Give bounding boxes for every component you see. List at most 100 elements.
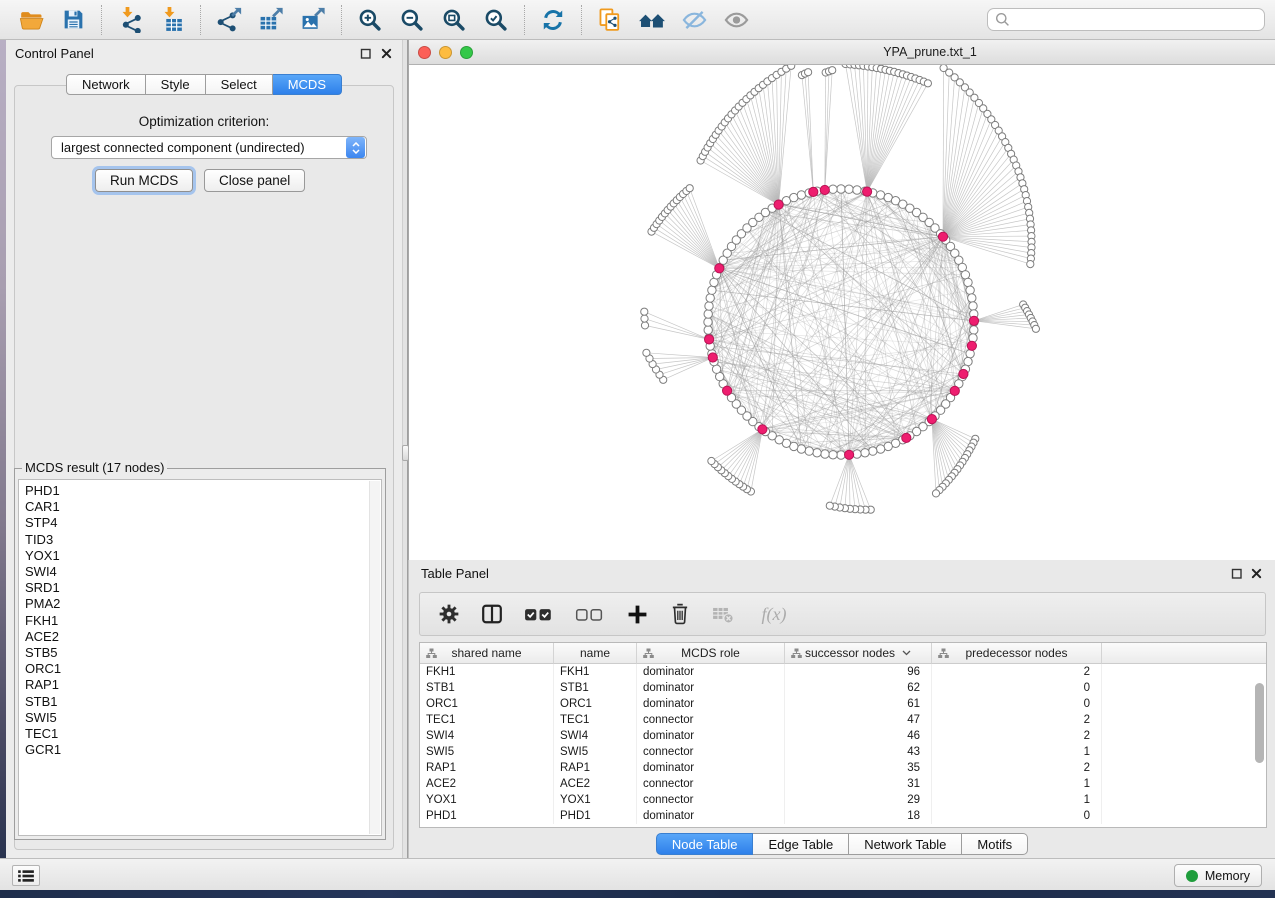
export-network-button[interactable] [208,3,250,37]
table-scrollbar-thumb[interactable] [1255,683,1264,763]
hide-selected-button[interactable] [673,3,715,37]
zoom-selected-button[interactable] [475,3,517,37]
cell-successor-nodes: 43 [785,744,932,760]
zoom-selected-icon [483,7,509,33]
table-row[interactable]: SWI4SWI4dominator462 [420,728,1266,744]
close-window-button[interactable] [418,46,431,59]
select-all-button[interactable] [523,602,555,626]
close-panel-button[interactable] [378,46,394,61]
table-row[interactable]: SWI5SWI5connector431 [420,744,1266,760]
table-row[interactable]: PHD1PHD1dominator180 [420,808,1266,824]
table-row[interactable]: FKH1FKH1dominator962 [420,664,1266,680]
task-history-button[interactable] [12,865,40,886]
table-row[interactable]: STB1STB1dominator620 [420,680,1266,696]
float-panel-button[interactable] [358,46,374,61]
copy-network-button[interactable] [589,3,631,37]
list-item[interactable]: STB5 [25,645,368,661]
show-column-panel-button[interactable] [480,602,504,626]
tab-network-table[interactable]: Network Table [849,833,962,855]
deselect-all-button[interactable] [574,602,606,626]
table-row[interactable]: ORC1ORC1dominator610 [420,696,1266,712]
tab-style[interactable]: Style [146,74,206,95]
cell-predecessor-nodes: 2 [932,728,1102,744]
list-item[interactable]: YOX1 [25,548,368,564]
column-header-successor-nodes[interactable]: successor nodes [785,643,932,664]
list-item[interactable]: PMA2 [25,596,368,612]
list-item[interactable]: SWI4 [25,564,368,580]
criterion-select[interactable]: largest connected component (undirected) [51,136,367,159]
cell-name: FKH1 [554,664,637,680]
tab-motifs[interactable]: Motifs [962,833,1028,855]
cell-name: SWI4 [554,728,637,744]
zoom-in-button[interactable] [349,3,391,37]
export-image-icon [300,6,327,33]
network-titlebar[interactable]: YPA_prune.txt_1 [409,40,1275,65]
list-item[interactable]: PHD1 [25,483,368,499]
list-scrollbar[interactable] [369,481,380,834]
folder-open-icon [18,7,45,32]
tab-node-table[interactable]: Node Table [656,833,754,855]
cell-MCDS-role: dominator [637,808,785,824]
zoom-out-button[interactable] [391,3,433,37]
minimize-window-button[interactable] [439,46,452,59]
tab-select[interactable]: Select [206,74,273,95]
list-item[interactable]: CAR1 [25,499,368,515]
first-neighbors-button[interactable] [631,3,673,37]
network-canvas[interactable] [409,65,1275,560]
tab-mcds[interactable]: MCDS [273,74,342,95]
mcds-result-listbox[interactable]: PHD1CAR1STP4TID3YOX1SWI4SRD1PMA2FKH1ACE2… [18,479,382,836]
show-all-button[interactable] [715,3,757,37]
function-builder-button: f(x) [754,602,794,626]
add-column-button[interactable] [625,602,649,626]
table-row[interactable]: ACE2ACE2connector311 [420,776,1266,792]
memory-button[interactable]: Memory [1174,864,1262,887]
list-item[interactable]: RAP1 [25,677,368,693]
export-table-button[interactable] [250,3,292,37]
export-image-button[interactable] [292,3,334,37]
table-row[interactable]: TEC1TEC1connector472 [420,712,1266,728]
save-session-button[interactable] [52,3,94,37]
column-header-name[interactable]: name [554,643,637,664]
maximize-window-button[interactable] [460,46,473,59]
list-item[interactable]: ORC1 [25,661,368,677]
table-settings-button[interactable] [437,602,461,626]
sort-desc-icon [902,650,911,656]
table-row[interactable]: YOX1YOX1connector291 [420,792,1266,808]
column-header-predecessor-nodes[interactable]: predecessor nodes [932,643,1102,664]
toolbar-separator [341,5,342,35]
cell-MCDS-role: dominator [637,728,785,744]
desktop-wallpaper-bottom [0,890,1275,898]
delete-column-button[interactable] [668,602,692,626]
open-session-button[interactable] [10,3,52,37]
list-item[interactable]: STB1 [25,694,368,710]
list-item[interactable]: SRD1 [25,580,368,596]
cell-MCDS-role: dominator [637,664,785,680]
list-item[interactable]: GCR1 [25,742,368,758]
tab-edge-table[interactable]: Edge Table [753,833,849,855]
tab-network[interactable]: Network [66,74,146,95]
table-row[interactable]: RAP1RAP1dominator352 [420,760,1266,776]
zoom-fit-icon [441,7,467,33]
list-item[interactable]: STP4 [25,515,368,531]
import-network-button[interactable] [109,3,151,37]
column-header-MCDS-role[interactable]: MCDS role [637,643,785,664]
search-input[interactable] [1015,12,1257,27]
close-panel-action-button[interactable]: Close panel [204,169,305,192]
list-item[interactable]: TEC1 [25,726,368,742]
status-bar: Memory [0,858,1275,890]
list-item[interactable]: SWI5 [25,710,368,726]
list-item[interactable]: FKH1 [25,613,368,629]
cell-MCDS-role: dominator [637,680,785,696]
close-table-panel-button[interactable] [1248,566,1264,581]
zoom-fit-button[interactable] [433,3,475,37]
cell-shared-name: RAP1 [420,760,554,776]
cell-filler [1102,808,1266,824]
run-mcds-button[interactable]: Run MCDS [95,169,193,192]
column-header-shared-name[interactable]: shared name [420,643,554,664]
list-item[interactable]: TID3 [25,532,368,548]
list-item[interactable]: ACE2 [25,629,368,645]
refresh-layout-button[interactable] [532,3,574,37]
table-panel-header: Table Panel [409,560,1275,586]
float-table-panel-button[interactable] [1229,566,1245,581]
import-table-button[interactable] [151,3,193,37]
